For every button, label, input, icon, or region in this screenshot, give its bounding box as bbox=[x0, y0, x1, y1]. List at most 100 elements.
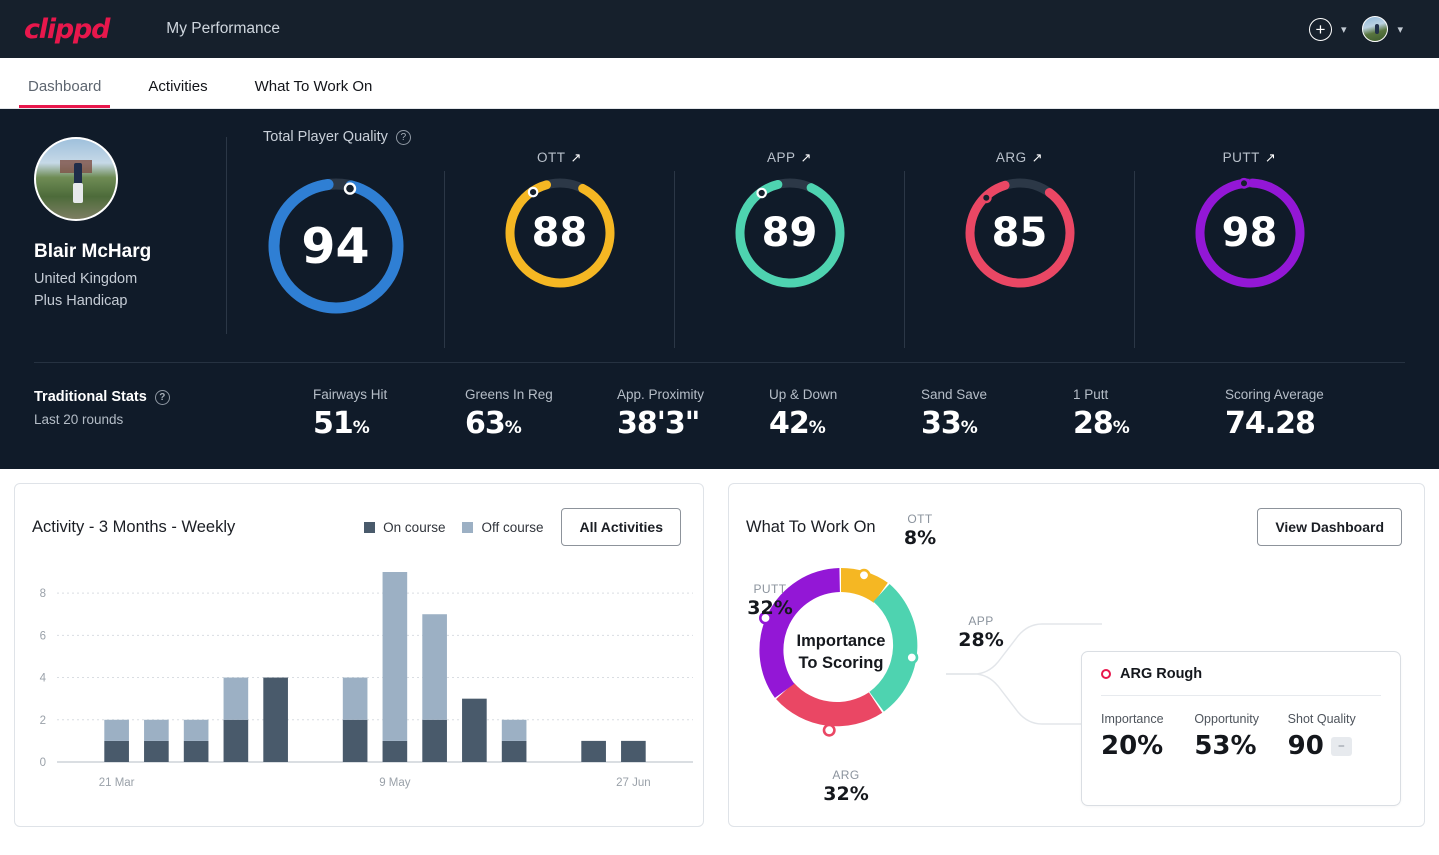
ring-arg: 85 bbox=[961, 174, 1079, 292]
svg-text:21 Mar: 21 Mar bbox=[99, 777, 135, 789]
metric-label: Shot Quality bbox=[1287, 712, 1356, 726]
stat-app-proximity: App. Proximity 38'3" bbox=[617, 387, 769, 441]
tpq-text: Total Player Quality bbox=[263, 129, 388, 145]
tab-activities[interactable]: Activities bbox=[144, 78, 211, 108]
gauge-app-title: APP ↗ bbox=[767, 149, 812, 166]
connector-lines bbox=[946, 623, 1102, 725]
clippd-logo[interactable]: clippd bbox=[24, 14, 111, 45]
player-name: Blair McHarg bbox=[34, 241, 152, 262]
stat-number: 74.28 bbox=[1225, 406, 1316, 441]
donut-label-value: 32% bbox=[823, 783, 869, 805]
metric-value: 20% bbox=[1101, 731, 1164, 761]
ring-ott: 88 bbox=[501, 174, 619, 292]
stat-value: 42% bbox=[769, 406, 921, 441]
metric-label: Opportunity bbox=[1194, 712, 1259, 726]
activity-card: Activity - 3 Months - Weekly On course O… bbox=[14, 483, 704, 827]
metric-number: 90 bbox=[1287, 731, 1324, 761]
gauge-ott-label: OTT bbox=[537, 150, 566, 165]
svg-text:0: 0 bbox=[40, 757, 46, 769]
svg-text:2: 2 bbox=[40, 715, 46, 727]
gauge-total-value: 94 bbox=[301, 217, 370, 275]
stat-number: 38'3" bbox=[617, 406, 700, 441]
stat-greens-in-reg: Greens In Reg 63% bbox=[465, 387, 617, 441]
bottom-cards: Activity - 3 Months - Weekly On course O… bbox=[0, 469, 1439, 827]
legend-swatch-on-course bbox=[364, 521, 376, 533]
stat-label: 1 Putt bbox=[1073, 387, 1109, 402]
legend-on-course[interactable]: On course bbox=[364, 520, 445, 535]
detail-card-title-row: ARG Rough bbox=[1101, 666, 1381, 696]
stat-value: 28% bbox=[1073, 406, 1225, 441]
svg-text:27 Jun: 27 Jun bbox=[616, 777, 651, 789]
what-to-work-on-card: What To Work On View Dashboard Importanc… bbox=[728, 483, 1425, 827]
stat-number: 33 bbox=[921, 406, 962, 441]
stat-number: 28 bbox=[1073, 406, 1114, 441]
stat-number: 51 bbox=[313, 406, 354, 441]
donut-label-arg: ARG 32% bbox=[811, 768, 881, 805]
legend-swatch-off-course bbox=[462, 521, 474, 533]
gauge-ott-value: 88 bbox=[531, 210, 588, 256]
stat-label: Fairways Hit bbox=[313, 387, 388, 402]
svg-text:8: 8 bbox=[40, 588, 46, 600]
stat-fairways-hit: Fairways Hit 51% bbox=[313, 387, 465, 441]
player-country: United Kingdom bbox=[34, 271, 138, 287]
ring-app: 89 bbox=[731, 174, 849, 292]
help-icon-traditional[interactable]: ? bbox=[154, 389, 170, 405]
gauge-putt: PUTT ↗ 98 bbox=[1135, 149, 1364, 292]
player-avatar bbox=[34, 137, 118, 221]
stat-unit: % bbox=[352, 418, 370, 438]
trend-up-icon-putt: ↗ bbox=[1264, 149, 1277, 165]
stat-number: 63 bbox=[465, 406, 506, 441]
stat-label: Scoring Average bbox=[1225, 387, 1324, 402]
tab-what-to-work-on[interactable]: What To Work On bbox=[251, 78, 377, 108]
stat-1-putt: 1 Putt 28% bbox=[1073, 387, 1225, 441]
stat-up-and-down: Up & Down 42% bbox=[769, 387, 921, 441]
metric-value: 53% bbox=[1194, 731, 1257, 761]
chevron-down-icon-account[interactable]: ▾ bbox=[1397, 23, 1403, 36]
bar-chart-svg: 0 2 4 6 8 21 Mar 9 May 27 Jun bbox=[40, 572, 693, 789]
plus-circle-icon[interactable]: + bbox=[1308, 17, 1332, 41]
player-quality-row: Blair McHarg United Kingdom Plus Handica… bbox=[0, 109, 1439, 362]
legend-off-course[interactable]: Off course bbox=[462, 520, 543, 535]
wtwo-card-header: What To Work On View Dashboard bbox=[729, 484, 1424, 546]
legend-label: On course bbox=[383, 519, 446, 535]
tab-dashboard[interactable]: Dashboard bbox=[18, 78, 111, 108]
stat-value: 63% bbox=[465, 406, 617, 441]
gauge-arg: ARG ↗ 85 bbox=[905, 149, 1134, 292]
stat-unit: % bbox=[960, 418, 978, 438]
view-dashboard-button[interactable]: View Dashboard bbox=[1257, 508, 1402, 546]
chevron-down-icon-add[interactable]: ▾ bbox=[1341, 23, 1347, 36]
metric-label: Importance bbox=[1101, 712, 1164, 726]
detail-card-arg-rough[interactable]: ARG Rough Importance 20% Opportunity 53%… bbox=[1081, 651, 1401, 806]
stat-label: Greens In Reg bbox=[465, 387, 553, 402]
help-icon-tpq[interactable]: ? bbox=[395, 129, 411, 145]
traditional-stats-title: Traditional Stats bbox=[34, 389, 147, 405]
all-activities-button[interactable]: All Activities bbox=[561, 508, 681, 546]
donut-label-value: 28% bbox=[958, 629, 1004, 651]
stat-unit: % bbox=[504, 418, 522, 438]
performance-panel: Blair McHarg United Kingdom Plus Handica… bbox=[0, 109, 1439, 469]
metric-opportunity: Opportunity 53% bbox=[1194, 712, 1287, 761]
donut-label-ott: OTT 8% bbox=[885, 512, 955, 549]
svg-text:4: 4 bbox=[40, 673, 47, 685]
gauge-arg-value: 85 bbox=[991, 210, 1048, 256]
activity-legend: On course Off course bbox=[364, 520, 543, 535]
ring-putt: 98 bbox=[1191, 174, 1309, 292]
traditional-stats: Traditional Stats ? Last 20 rounds Fairw… bbox=[0, 363, 1439, 469]
avatar[interactable] bbox=[1362, 16, 1389, 42]
activity-bar-chart: 0 2 4 6 8 21 Mar 9 May 27 Jun bbox=[15, 564, 703, 802]
quality-gauges: Total Player Quality ? 94 OTT ↗ 88 APP ↗… bbox=[227, 109, 1439, 362]
activity-title: Activity - 3 Months - Weekly bbox=[32, 517, 236, 536]
legend-label: Off course bbox=[481, 519, 544, 535]
stat-value: 51% bbox=[313, 406, 465, 441]
metric-value: 90 – bbox=[1288, 731, 1381, 761]
gauge-ott-title: OTT ↗ bbox=[537, 149, 582, 166]
svg-text:9 May: 9 May bbox=[379, 777, 411, 789]
total-player-quality-label: Total Player Quality ? bbox=[263, 129, 411, 145]
topbar-actions: + ▾ ▾ bbox=[1308, 16, 1415, 42]
stat-unit: % bbox=[808, 418, 826, 438]
circle-marker-icon bbox=[1101, 669, 1111, 679]
stat-value: 74.28 bbox=[1225, 406, 1377, 441]
stat-label: Sand Save bbox=[921, 387, 988, 402]
trend-up-icon-arg: ↗ bbox=[1031, 149, 1044, 165]
gauge-app: APP ↗ 89 bbox=[675, 149, 904, 292]
